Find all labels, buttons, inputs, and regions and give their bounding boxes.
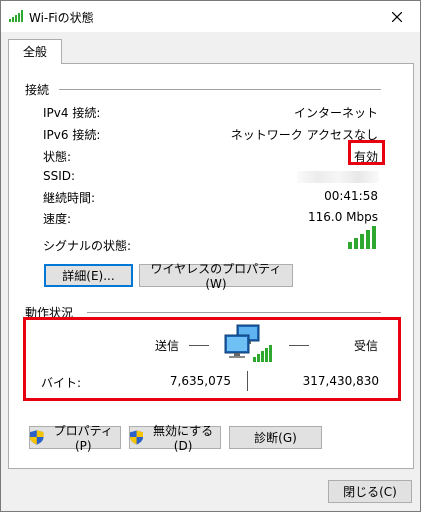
received-line [289,345,309,346]
bytes-divider [247,371,248,391]
ipv4-label: IPv4 接続: [43,106,101,120]
bytes-sent-value: 7,635,075 [169,374,231,388]
network-computers-icon [223,323,275,368]
shield-icon [130,430,144,445]
duration-label: 継続時間: [43,191,96,205]
tab-general[interactable]: 全般 [8,39,62,64]
wifi-signal-icon [9,10,25,25]
properties-button-label: プロパティ(P) [53,424,113,453]
ssid-value-redacted [297,171,379,183]
ipv6-label: IPv6 接続: [43,128,101,142]
signal-strength-icon [348,225,378,252]
state-value: 有効 [353,150,378,164]
state-label: 状態: [43,150,72,164]
diagnose-button[interactable]: 診断(G) [229,426,322,449]
speed-label: 速度: [43,212,72,226]
sent-line [189,345,209,346]
activity-divider [87,312,381,313]
close-button[interactable]: 閉じる(C) [328,480,412,503]
bytes-received-value: 317,430,830 [302,374,379,388]
activity-group-label: 動作状況 [25,304,78,321]
duration-value: 00:41:58 [324,189,378,203]
properties-button[interactable]: プロパティ(P) [29,424,121,453]
ipv4-value: インターネット [293,106,378,120]
disable-button-label: 無効にする(D) [153,424,214,453]
close-window-button[interactable] [374,1,420,32]
disable-button[interactable]: 無効にする(D) [129,424,221,453]
sent-label: 送信 [155,339,180,353]
window-title: Wi-Fiの状態 [29,11,94,25]
wifi-status-window: Wi-Fiの状態 全般 接続 IPv4 接続: インターネット IPv6 接続:… [0,0,421,512]
bytes-label: バイト: [41,376,82,390]
wireless-properties-button[interactable]: ワイヤレスのプロパティ(W) [139,262,293,291]
speed-value: 116.0 Mbps [307,210,378,224]
details-button[interactable]: 詳細(E)... [44,264,133,287]
shield-icon [30,430,44,445]
signal-label: シグナルの状態: [43,239,132,253]
ipv6-value: ネットワーク アクセスなし [230,128,378,142]
title-bar: Wi-Fiの状態 [1,1,420,32]
connection-divider [59,89,381,90]
ssid-label: SSID: [43,169,76,183]
close-icon [392,11,402,22]
connection-group-label: 接続 [25,81,54,98]
received-label: 受信 [354,339,379,353]
